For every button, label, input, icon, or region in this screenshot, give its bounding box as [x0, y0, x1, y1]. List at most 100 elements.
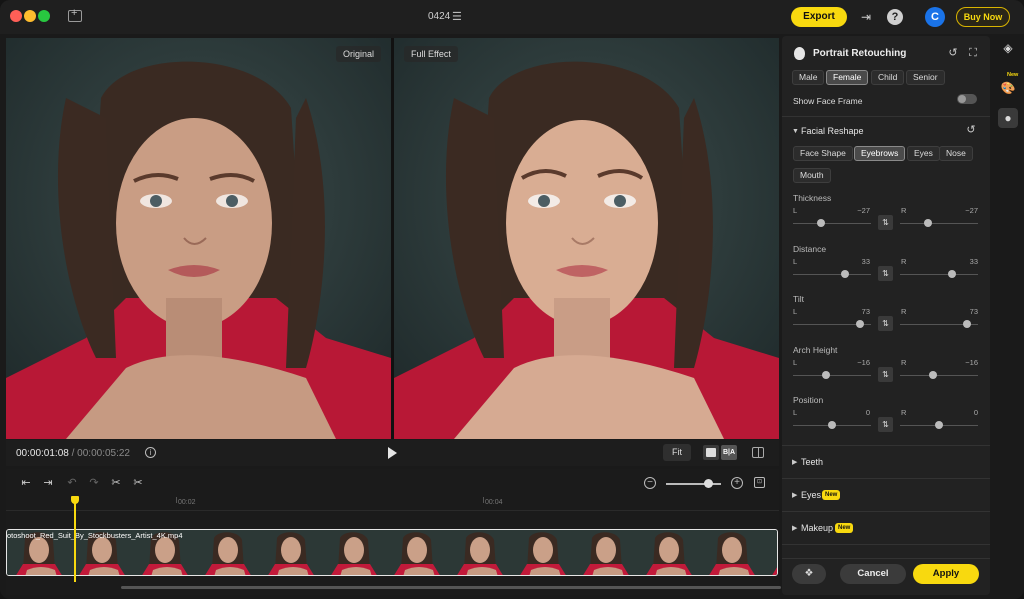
effect-photo: Full Effect	[394, 38, 779, 439]
duration: / 00:00:05:22	[68, 448, 130, 459]
clip-thumbnail	[700, 530, 763, 575]
compare-view-button[interactable]: B|A	[721, 445, 737, 460]
face-icon	[794, 47, 805, 60]
facial-reshape-title[interactable]: Facial Reshape	[801, 126, 864, 136]
maximize-window-button[interactable]	[38, 10, 50, 22]
slider-right-value: −16	[965, 357, 978, 367]
clip-thumbnail	[637, 530, 700, 575]
link-sides-icon[interactable]: ⇅	[878, 316, 893, 331]
buy-now-button[interactable]: Buy Now	[956, 7, 1010, 27]
slider-right-label: R	[901, 307, 907, 316]
gender-male[interactable]: Male	[792, 70, 825, 85]
slider-name: Distance	[793, 243, 827, 254]
teeth-title: Teeth	[801, 457, 824, 467]
project-name: 0424	[428, 11, 451, 22]
fit-timeline-icon[interactable]: ⊡	[754, 477, 765, 488]
link-sides-icon[interactable]: ⇅	[878, 417, 893, 432]
slider-right-track[interactable]	[900, 223, 978, 224]
slider-left-track[interactable]	[793, 374, 871, 376]
link-sides-icon[interactable]: ⇅	[878, 265, 893, 281]
tab-face-shape[interactable]: Face Shape	[793, 146, 853, 161]
makeup-section[interactable]: ▶ Makeup New	[782, 512, 990, 544]
zoom-in-icon[interactable]: +	[731, 477, 743, 489]
slider-left-label: L	[793, 206, 798, 215]
teeth-section[interactable]: ▶ Teeth	[782, 446, 990, 478]
single-view-button[interactable]	[703, 445, 719, 460]
slider-right-track[interactable]	[900, 374, 978, 376]
preview-area: Original Full Effect	[6, 38, 779, 439]
apply-button[interactable]: Apply	[913, 564, 979, 584]
trim-end-icon[interactable]: ⇥	[40, 475, 56, 491]
tab-eyes[interactable]: Eyes	[907, 146, 940, 161]
link-sides-icon[interactable]: ⇅	[878, 215, 893, 230]
slider-left-handle[interactable]	[821, 370, 830, 379]
delete-split-icon[interactable]: ✂	[130, 475, 146, 491]
caret-down-icon[interactable]: ▼	[792, 128, 799, 135]
video-clip[interactable]: otoshoot_Red_Suit_By_Stockbusters_Artist…	[6, 529, 778, 576]
playhead[interactable]	[71, 496, 79, 582]
panel-footer: ❖ Cancel Apply	[782, 558, 990, 595]
zoom-out-icon[interactable]: −	[644, 477, 656, 489]
palette-icon[interactable]: 🎨	[998, 78, 1018, 98]
undo-icon[interactable]: ↶	[64, 475, 80, 491]
timeline-scrollbar[interactable]	[121, 586, 781, 589]
zoom-slider-handle[interactable]	[704, 479, 713, 488]
tab-eyebrows[interactable]: Eyebrows	[854, 146, 906, 161]
reset-reshape-icon[interactable]: ↺	[965, 124, 977, 136]
slider-left-track[interactable]	[793, 223, 871, 224]
split-view-button[interactable]	[752, 447, 764, 458]
portrait-face-icon[interactable]: ●	[998, 108, 1018, 128]
gender-senior[interactable]: Senior	[906, 70, 945, 85]
slider-right-handle[interactable]	[947, 269, 956, 278]
slider-right-handle[interactable]	[928, 370, 937, 379]
trim-start-icon[interactable]: ⇤	[18, 475, 34, 491]
link-sides-icon[interactable]: ⇅	[878, 366, 893, 382]
gender-female[interactable]: Female	[826, 70, 869, 85]
layers-button[interactable]: ❖	[792, 564, 826, 584]
cancel-button[interactable]: Cancel	[840, 564, 906, 584]
time-ruler[interactable]: 00:02 00:04	[6, 497, 779, 511]
clip-thumbnail	[259, 530, 322, 575]
info-icon[interactable]: i	[145, 447, 156, 458]
fit-button[interactable]: Fit	[663, 444, 691, 461]
close-window-button[interactable]	[10, 10, 22, 22]
tab-mouth[interactable]: Mouth	[793, 168, 831, 183]
help-icon[interactable]: ?	[887, 9, 903, 25]
minimize-window-button[interactable]	[24, 10, 36, 22]
eyes-section[interactable]: ▶ Eyes New	[782, 479, 990, 511]
reset-icon[interactable]: ↺	[947, 47, 959, 59]
slider-left-handle[interactable]	[817, 219, 826, 227]
slider-right-handle[interactable]	[935, 421, 943, 429]
slider-left-label: L	[793, 307, 798, 316]
caret-right-icon: ▶	[792, 525, 798, 532]
slider-left-handle[interactable]	[828, 421, 836, 429]
slider-right-handle[interactable]	[924, 219, 933, 227]
slider-right-value: 0	[973, 408, 978, 417]
new-badge: New	[835, 523, 854, 533]
export-button[interactable]: Export	[791, 7, 847, 27]
face-detect-icon[interactable]: ⛶	[967, 47, 979, 59]
app-window: 0424 ☰ Export ⇥ ? C Buy Now	[0, 0, 1024, 599]
slider-left-value: −27	[857, 206, 870, 215]
show-face-frame-toggle[interactable]	[957, 94, 977, 104]
clip-thumbnail	[763, 530, 777, 575]
play-button[interactable]	[388, 447, 397, 459]
tool-rail: ◈ New 🎨 ●	[991, 34, 1024, 599]
project-list-icon[interactable]: ☰	[452, 10, 462, 23]
slider-left-track[interactable]	[793, 273, 871, 275]
tab-nose[interactable]: Nose	[939, 146, 973, 161]
eyes-title: Eyes	[801, 490, 822, 500]
new-project-icon[interactable]	[68, 7, 82, 22]
slider-right-track[interactable]	[900, 273, 978, 275]
gender-child[interactable]: Child	[871, 70, 905, 85]
slider-right-value: 33	[969, 256, 978, 266]
avatar[interactable]: C	[925, 7, 945, 27]
slider-right-handle[interactable]	[963, 320, 972, 328]
slider-left-handle[interactable]	[840, 269, 849, 278]
layers-icon[interactable]: ◈	[998, 38, 1018, 58]
import-icon[interactable]: ⇥	[858, 9, 874, 25]
redo-icon[interactable]: ↷	[86, 475, 102, 491]
playback-bar: 00:00:01:08 / 00:00:05:22 i Fit B|A	[6, 440, 779, 466]
split-icon[interactable]: ✂	[108, 475, 124, 491]
slider-left-handle[interactable]	[856, 320, 865, 328]
